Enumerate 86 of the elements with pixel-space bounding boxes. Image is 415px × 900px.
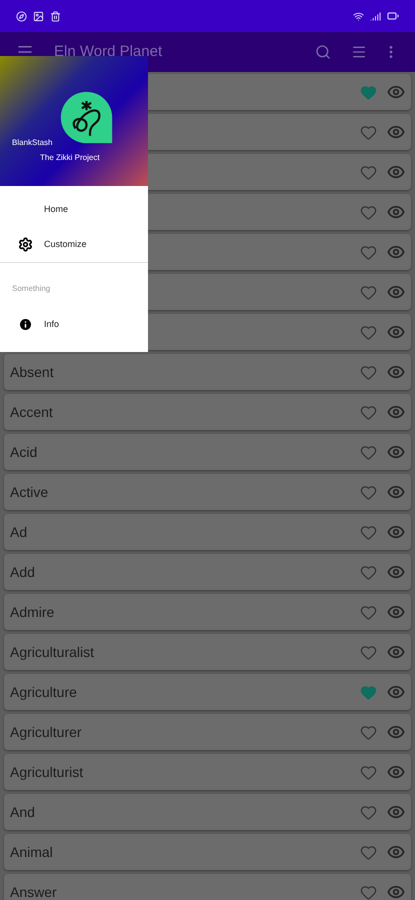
favorite-heart-icon[interactable]	[360, 444, 377, 460]
eye-icon[interactable]	[387, 403, 405, 421]
favorite-heart-icon[interactable]	[360, 724, 377, 740]
word-row[interactable]: Agriculture	[4, 674, 411, 710]
word-text: Ad	[10, 524, 28, 540]
word-text: Absent	[10, 364, 54, 380]
favorite-heart-icon[interactable]	[360, 284, 377, 300]
word-row[interactable]: Agriculturer	[4, 714, 411, 750]
eye-icon[interactable]	[387, 203, 405, 221]
word-row[interactable]: Ad	[4, 514, 411, 550]
favorite-heart-icon[interactable]	[360, 124, 377, 140]
eye-icon[interactable]	[387, 323, 405, 341]
favorite-heart-icon[interactable]	[360, 484, 377, 500]
favorite-heart-icon[interactable]	[360, 604, 377, 620]
eye-icon[interactable]	[387, 243, 405, 261]
word-row[interactable]: Absent	[4, 354, 411, 390]
favorite-heart-icon[interactable]	[360, 164, 377, 180]
favorite-heart-icon[interactable]	[360, 764, 377, 780]
section-label: Something	[12, 284, 50, 293]
user-name: BlankStash	[12, 137, 54, 149]
eye-icon[interactable]	[387, 683, 405, 701]
eye-icon[interactable]	[387, 163, 405, 181]
word-text: And	[10, 804, 35, 820]
eye-icon[interactable]	[387, 443, 405, 461]
eye-icon[interactable]	[387, 363, 405, 381]
favorite-heart-icon[interactable]	[360, 644, 377, 660]
project-name: The Zikki Project	[40, 152, 101, 164]
word-row[interactable]: Animal	[4, 834, 411, 870]
signal-icon	[370, 10, 381, 22]
logo-icon	[59, 90, 114, 145]
eye-icon[interactable]	[387, 843, 405, 861]
eye-icon[interactable]	[387, 803, 405, 821]
eye-icon[interactable]	[387, 483, 405, 501]
word-text: Animal	[10, 844, 53, 860]
drawer-item[interactable]: Home	[0, 192, 148, 227]
word-row[interactable]: Active	[4, 474, 411, 510]
image-icon	[33, 10, 44, 22]
favorite-heart-icon[interactable]	[360, 884, 377, 900]
app-title: Eln Word Planet	[54, 42, 164, 62]
word-text: Admire	[10, 604, 54, 620]
word-text: Active	[10, 484, 48, 500]
word-row[interactable]: Acid	[4, 434, 411, 470]
favorite-heart-icon[interactable]	[360, 204, 377, 220]
word-row[interactable]: Agriculturalist	[4, 634, 411, 670]
eye-icon[interactable]	[387, 563, 405, 581]
favorite-heart-icon[interactable]	[360, 524, 377, 540]
search-icon[interactable]	[315, 44, 331, 60]
eye-icon[interactable]	[387, 123, 405, 141]
favorite-heart-icon[interactable]	[360, 324, 377, 340]
word-text: Agriculturist	[10, 764, 84, 780]
word-text: Agriculture	[10, 684, 77, 700]
compass-icon	[16, 10, 27, 22]
eye-icon[interactable]	[387, 723, 405, 741]
favorite-heart-icon[interactable]	[360, 564, 377, 580]
word-row[interactable]: Admire	[4, 594, 411, 630]
eye-icon[interactable]	[387, 523, 405, 541]
word-text: Agriculturer	[10, 724, 82, 740]
word-row[interactable]: Agriculturist	[4, 754, 411, 790]
settings-icon	[18, 237, 33, 252]
word-row[interactable]: And	[4, 794, 411, 830]
eye-icon[interactable]	[387, 283, 405, 301]
eye-icon[interactable]	[387, 883, 405, 900]
favorite-heart-icon[interactable]	[360, 804, 377, 820]
favorite-heart-icon[interactable]	[360, 364, 377, 380]
battery-icon	[387, 10, 399, 22]
word-row[interactable]: Answer	[4, 874, 411, 900]
wifi-icon	[353, 10, 364, 22]
sort-icon[interactable]	[351, 44, 367, 60]
favorite-heart-icon[interactable]	[360, 244, 377, 260]
word-text: Accent	[10, 404, 53, 420]
word-row[interactable]: Add	[4, 554, 411, 590]
eye-icon[interactable]	[387, 763, 405, 781]
favorite-heart-icon[interactable]	[360, 404, 377, 420]
info-icon	[18, 317, 33, 332]
word-text: Add	[10, 564, 35, 580]
word-text: Acid	[10, 444, 38, 460]
drawer-item[interactable]: Customize	[0, 227, 148, 262]
trash-icon	[50, 10, 61, 22]
favorite-heart-icon[interactable]	[360, 844, 377, 860]
word-text: Agriculturalist	[10, 644, 94, 660]
eye-icon[interactable]	[387, 643, 405, 661]
word-row[interactable]: Accent	[4, 394, 411, 430]
eye-icon[interactable]	[387, 83, 405, 101]
eye-icon[interactable]	[387, 603, 405, 621]
word-text: Answer	[10, 884, 57, 900]
drawer-item[interactable]: Info	[0, 307, 148, 342]
